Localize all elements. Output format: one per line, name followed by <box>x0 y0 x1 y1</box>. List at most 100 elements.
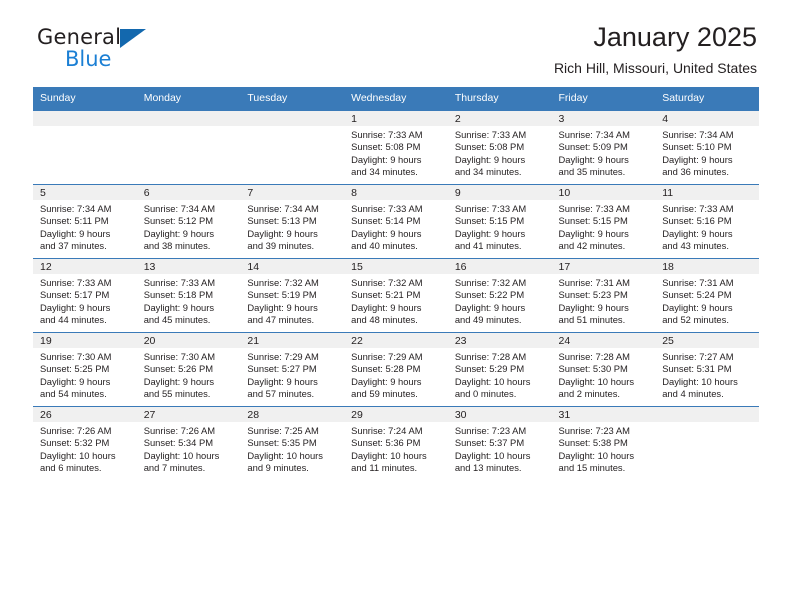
calendar-day-cell-29[interactable]: 29 Sunrise: 7:24 AM Sunset: 5:36 PM Dayligh… <box>344 406 448 480</box>
calendar-day-cell-8[interactable]: 8 Sunrise: 7:33 AM Sunset: 5:14 PM Daylight… <box>344 184 448 259</box>
day-detail-line: and 45 minutes. <box>143 314 211 326</box>
day-detail-line: Sunrise: 7:28 AM <box>454 351 527 362</box>
day-detail-line: Sunset: 5:35 PM <box>247 437 317 449</box>
calendar-day-cell-6[interactable]: 6 Sunrise: 7:34 AM Sunset: 5:12 PM Daylight… <box>136 184 241 259</box>
day-detail-line: and 4 minutes. <box>662 388 724 400</box>
day-detail-line: and 51 minutes. <box>558 314 626 326</box>
day-detail-line: Sunset: 5:22 PM <box>454 289 525 301</box>
day-detail-line: Sunset: 5:12 PM <box>143 215 214 227</box>
day-details: Sunrise: 7:29 AM Sunset: 5:27 PM Daylight:… <box>240 348 344 401</box>
day-detail-line: Daylight: 9 hours <box>143 227 215 239</box>
day-detail-line: Sunrise: 7:32 AM <box>454 277 527 288</box>
day-detail-line: and 34 minutes. <box>454 166 522 178</box>
day-detail-line: and 15 minutes. <box>558 462 626 474</box>
day-number: 19 <box>33 333 137 348</box>
calendar-day-cell-10[interactable]: 10 Sunrise: 7:33 AM Sunset: 5:15 PM Dayligh… <box>551 184 656 259</box>
day-detail-line: Sunset: 5:26 PM <box>143 363 214 375</box>
day-detail-line: Sunset: 5:30 PM <box>558 363 628 375</box>
day-detail-line: Sunset: 5:17 PM <box>40 289 110 301</box>
calendar-day-cell-25[interactable]: 25 Sunrise: 7:27 AM Sunset: 5:31 PM Dayligh… <box>655 332 759 407</box>
day-detail-line: Sunset: 5:08 PM <box>454 141 525 153</box>
day-details: Sunrise: 7:33 AM Sunset: 5:08 PM Daylight:… <box>448 126 552 179</box>
day-details: Sunrise: 7:33 AM Sunset: 5:16 PM Daylight:… <box>655 200 759 253</box>
day-detail-line: and 37 minutes. <box>40 240 107 252</box>
calendar-day-cell-28[interactable]: 28 Sunrise: 7:25 AM Sunset: 5:35 PM Dayligh… <box>240 406 345 480</box>
day-detail-line: Sunset: 5:36 PM <box>351 437 421 449</box>
calendar-day-cell-24[interactable]: 24 Sunrise: 7:28 AM Sunset: 5:30 PM Dayligh… <box>551 332 656 407</box>
calendar-day-cell-30[interactable]: 30 Sunrise: 7:23 AM Sunset: 5:37 PM Dayligh… <box>447 406 552 480</box>
day-details: Sunrise: 7:30 AM Sunset: 5:26 PM Daylight:… <box>137 348 241 401</box>
calendar-day-cell-27[interactable]: 27 Sunrise: 7:26 AM Sunset: 5:34 PM Dayligh… <box>136 406 241 480</box>
calendar-day-cell-18[interactable]: 18 Sunrise: 7:31 AM Sunset: 5:24 PM Dayligh… <box>655 258 759 333</box>
day-details: Sunrise: 7:27 AM Sunset: 5:31 PM Daylight:… <box>655 348 759 401</box>
calendar-day-cell-7[interactable]: 7 Sunrise: 7:34 AM Sunset: 5:13 PM Daylight… <box>240 184 345 259</box>
day-detail-line: Sunset: 5:31 PM <box>662 363 732 375</box>
day-detail-line: Daylight: 9 hours <box>351 375 422 387</box>
calendar-week-row: 1 Sunrise: 7:33 AM Sunset: 5:08 PM Daylight… <box>33 110 759 185</box>
calendar-day-cell-20[interactable]: 20 Sunrise: 7:30 AM Sunset: 5:26 PM Dayligh… <box>136 332 241 407</box>
day-detail-line: Daylight: 9 hours <box>454 301 526 313</box>
day-detail-line: Sunrise: 7:31 AM <box>662 277 734 288</box>
day-number: 25 <box>655 333 759 348</box>
calendar-day-cell-17[interactable]: 17 Sunrise: 7:31 AM Sunset: 5:23 PM Dayligh… <box>551 258 656 333</box>
calendar-day-cell-31[interactable]: 31 Sunrise: 7:23 AM Sunset: 5:38 PM Dayligh… <box>551 406 656 480</box>
calendar-day-cell-16[interactable]: 16 Sunrise: 7:32 AM Sunset: 5:22 PM Dayligh… <box>447 258 552 333</box>
day-details: Sunrise: 7:30 AM Sunset: 5:25 PM Daylight:… <box>33 348 137 401</box>
calendar-day-cell-21[interactable]: 21 Sunrise: 7:29 AM Sunset: 5:27 PM Dayligh… <box>240 332 345 407</box>
weekday-header-tuesday: Tuesday <box>240 87 345 111</box>
day-detail-line: and 52 minutes. <box>662 314 729 326</box>
day-detail-line: Sunset: 5:15 PM <box>454 215 525 227</box>
day-number: 10 <box>551 185 656 200</box>
day-details: Sunrise: 7:33 AM Sunset: 5:08 PM Daylight:… <box>344 126 448 179</box>
calendar-day-cell-1[interactable]: 1 Sunrise: 7:33 AM Sunset: 5:08 PM Daylight… <box>344 110 448 185</box>
day-detail-line: Sunrise: 7:29 AM <box>247 351 319 362</box>
day-detail-line: and 13 minutes. <box>454 462 522 474</box>
day-number: 22 <box>344 333 448 348</box>
day-detail-line: and 57 minutes. <box>247 388 315 400</box>
calendar-day-cell-11[interactable]: 11 Sunrise: 7:33 AM Sunset: 5:16 PM Dayligh… <box>655 184 759 259</box>
day-number: 26 <box>33 407 137 422</box>
day-details: Sunrise: 7:28 AM Sunset: 5:30 PM Daylight:… <box>552 348 656 401</box>
day-number: 3 <box>551 111 656 126</box>
day-detail-line: Sunset: 5:11 PM <box>40 215 109 227</box>
calendar-week-row: 5 Sunrise: 7:34 AM Sunset: 5:11 PM Daylight… <box>33 184 759 259</box>
day-detail-line: Daylight: 9 hours <box>558 153 629 165</box>
calendar-day-cell-5[interactable]: 5 Sunrise: 7:34 AM Sunset: 5:11 PM Daylight… <box>33 184 137 259</box>
day-detail-line: Sunrise: 7:33 AM <box>454 203 527 214</box>
day-detail-line: Sunrise: 7:34 AM <box>40 203 112 214</box>
day-detail-line: Sunrise: 7:30 AM <box>40 351 112 362</box>
calendar-day-cell-4[interactable]: 4 Sunrise: 7:34 AM Sunset: 5:10 PM Daylight… <box>655 110 759 185</box>
calendar-day-cell-23[interactable]: 23 Sunrise: 7:28 AM Sunset: 5:29 PM Dayligh… <box>447 332 552 407</box>
day-detail-line: Sunrise: 7:33 AM <box>143 277 216 288</box>
day-detail-line: and 34 minutes. <box>351 166 418 178</box>
day-detail-line: Sunrise: 7:34 AM <box>247 203 319 214</box>
calendar-day-cell-15[interactable]: 15 Sunrise: 7:32 AM Sunset: 5:21 PM Dayligh… <box>344 258 448 333</box>
day-detail-line: Sunrise: 7:29 AM <box>351 351 423 362</box>
day-detail-line: and 49 minutes. <box>454 314 522 326</box>
day-detail-line: Daylight: 10 hours <box>454 375 531 387</box>
brand-logo[interactable]: General Blue <box>37 26 217 74</box>
day-detail-line: Daylight: 9 hours <box>247 301 318 313</box>
calendar-day-cell-2[interactable]: 2 Sunrise: 7:33 AM Sunset: 5:08 PM Daylight… <box>447 110 552 185</box>
day-number: 23 <box>447 333 552 348</box>
day-detail-line: Daylight: 9 hours <box>351 301 422 313</box>
calendar-day-cell-12[interactable]: 12 Sunrise: 7:33 AM Sunset: 5:17 PM Dayligh… <box>33 258 137 333</box>
day-detail-line: Daylight: 10 hours <box>40 449 116 461</box>
day-detail-line: and 11 minutes. <box>351 462 418 474</box>
calendar-day-cell-26[interactable]: 26 Sunrise: 7:26 AM Sunset: 5:32 PM Dayligh… <box>33 406 137 480</box>
day-detail-line: Sunset: 5:21 PM <box>351 289 421 301</box>
day-detail-line: Sunrise: 7:26 AM <box>40 425 112 436</box>
calendar-day-cell-22[interactable]: 22 Sunrise: 7:29 AM Sunset: 5:28 PM Dayligh… <box>344 332 448 407</box>
calendar-day-cell-14[interactable]: 14 Sunrise: 7:32 AM Sunset: 5:19 PM Dayligh… <box>240 258 345 333</box>
day-detail-line: Daylight: 9 hours <box>662 227 733 239</box>
calendar-day-cell-19[interactable]: 19 Sunrise: 7:30 AM Sunset: 5:25 PM Dayligh… <box>33 332 137 407</box>
page-header: General Blue January 2025 Rich Hill, Mis… <box>33 0 759 76</box>
day-detail-line: Sunrise: 7:30 AM <box>143 351 216 362</box>
day-details: Sunrise: 7:34 AM Sunset: 5:11 PM Daylight:… <box>33 200 137 253</box>
calendar-day-cell-13[interactable]: 13 Sunrise: 7:33 AM Sunset: 5:18 PM Dayligh… <box>136 258 241 333</box>
day-details: Sunrise: 7:32 AM Sunset: 5:19 PM Daylight:… <box>240 274 344 327</box>
calendar-day-cell-3[interactable]: 3 Sunrise: 7:34 AM Sunset: 5:09 PM Daylight… <box>551 110 656 185</box>
calendar-day-cell-9[interactable]: 9 Sunrise: 7:33 AM Sunset: 5:15 PM Daylight… <box>447 184 552 259</box>
day-detail-line: Sunset: 5:32 PM <box>40 437 110 449</box>
day-number: 17 <box>551 259 656 274</box>
